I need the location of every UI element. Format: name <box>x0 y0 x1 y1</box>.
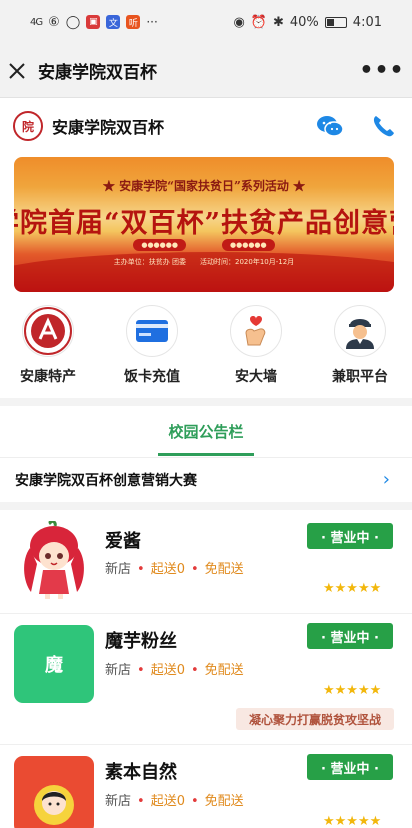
separator-dot: • <box>137 794 145 809</box>
quick-menu-item-part-time[interactable]: 兼职平台 <box>320 305 400 386</box>
shop-title: 素本自然 <box>105 762 177 783</box>
separator-dot: • <box>190 562 199 577</box>
rating-stars: ★★★★★ <box>323 683 382 698</box>
separator-dot: • <box>137 663 145 678</box>
tag-min-order: 起送0 <box>150 663 185 678</box>
banner-subtitle: ★ 安康学院“国家扶贫日”系列活动 ★ <box>102 179 306 193</box>
worker-icon <box>334 305 386 357</box>
shop-list-item[interactable]: 爱酱 新店 • 起送0 • 免配送 · 营业中 · ★★★★★ <box>0 511 412 614</box>
card-icon <box>126 305 178 357</box>
chat-icon: ◯ <box>65 14 81 30</box>
alarm-icon: ⏰ <box>250 14 267 30</box>
tag-new: 新店 <box>105 663 132 678</box>
shop-list-item[interactable]: 素本自然 新店 • 起送0 • 免配送 · 营业中 · ★★★★★ <box>0 746 412 828</box>
rating-stars: ★★★★★ <box>323 814 382 828</box>
separator-dot: • <box>190 663 199 678</box>
shop-title: 爱酱 <box>105 531 141 552</box>
school-logo-icon: 院 <box>13 111 43 141</box>
quick-menu-item-card-recharge[interactable]: 饭卡充值 <box>112 305 192 386</box>
tab-label: 校园公告栏 <box>158 408 254 456</box>
quick-menu-item-wall[interactable]: 安大墙 <box>216 305 296 386</box>
wechat-icon <box>317 116 344 137</box>
close-icon <box>9 62 25 79</box>
tab-campus-notice[interactable]: 校园公告栏 <box>0 408 412 456</box>
tag-delivery: 免配送 <box>204 663 244 678</box>
mascot-icon <box>24 521 84 599</box>
app-icon: 听 <box>126 15 141 29</box>
wechat-button[interactable] <box>315 111 345 141</box>
tag-delivery: 免配送 <box>204 562 244 577</box>
tag-min-order: 起送0 <box>150 794 185 809</box>
banner-pills: ●●●●●● ●●●●●● <box>14 239 394 251</box>
event-banner[interactable]: ★ 安康学院“国家扶贫日”系列活动 ★ 学院首届“双百杯”扶贫产品创意营销 ●●… <box>14 157 394 292</box>
banner-pill: ●●●●●● <box>222 239 275 251</box>
more-notifications-icon: ··· <box>146 15 158 29</box>
tag-new: 新店 <box>105 794 132 809</box>
quick-menu-label: 安大墙 <box>235 369 277 385</box>
separator-dot: • <box>137 562 145 577</box>
tag-min-order: 起送0 <box>150 562 185 577</box>
separator-dot: • <box>190 794 199 809</box>
more-menu-button[interactable]: ••• <box>352 44 412 98</box>
status-badge: · 营业中 · <box>307 623 393 649</box>
shop-header: 院 安康学院双百杯 <box>0 100 412 152</box>
rating-stars: ★★★★★ <box>323 581 382 596</box>
phone-button[interactable] <box>368 111 398 141</box>
battery-icon <box>324 16 347 28</box>
signal-icon: 4G <box>30 16 43 28</box>
shop-thumbnail <box>14 521 94 599</box>
quick-menu-label: 饭卡充值 <box>124 369 180 385</box>
section-divider <box>0 502 412 510</box>
app-icon: ▣ <box>86 15 101 29</box>
phone-icon <box>373 116 394 137</box>
shop-thumbnail <box>14 756 94 828</box>
sync-icon: ⑥ <box>48 14 60 30</box>
notice-text: 安康学院双百杯创意营销大赛 <box>15 472 197 489</box>
status-bar: 4G ⑥ ◯ ▣ 文 听 ··· ◉ ⏰ ✱ 40% 4:01 <box>0 0 412 44</box>
tag-new: 新店 <box>105 562 132 577</box>
battery-percent: 40% <box>289 14 319 30</box>
status-badge: · 营业中 · <box>307 523 393 549</box>
shop-title: 魔芋粉丝 <box>105 631 177 652</box>
status-badge: · 营业中 · <box>307 754 393 780</box>
school-logo-icon <box>22 305 74 357</box>
title-bar: 安康学院双百杯 ••• <box>0 44 412 98</box>
avatar-icon <box>34 785 74 825</box>
slogan-badge: 凝心聚力打赢脱贫攻坚战 <box>236 708 394 730</box>
heart-hand-icon <box>230 305 282 357</box>
banner-footer: 主办单位：扶贫办 团委 活动时间：2020年10月-12月 <box>113 258 295 266</box>
close-button[interactable] <box>0 44 34 98</box>
shop-thumbnail: 魔 <box>14 625 94 703</box>
eye-icon: ◉ <box>233 14 245 30</box>
shop-meta: 新店 • 起送0 • 免配送 <box>105 790 244 809</box>
chevron-right-icon: › <box>382 469 390 490</box>
quick-menu: 安康特产 饭卡充值 安大墙 兼职平台 <box>0 305 412 397</box>
shop-name: 安康学院双百杯 <box>52 118 165 137</box>
quick-menu-label: 安康特产 <box>20 369 76 385</box>
clock: 4:01 <box>352 14 382 30</box>
tag-delivery: 免配送 <box>204 794 244 809</box>
page-title: 安康学院双百杯 <box>38 63 157 83</box>
banner-headline: 学院首届“双百杯”扶贫产品创意营销 <box>14 208 394 239</box>
quick-menu-item-specialty[interactable]: 安康特产 <box>8 305 88 386</box>
banner-pill: ●●●●●● <box>133 239 186 251</box>
shop-meta: 新店 • 起送0 • 免配送 <box>105 659 244 678</box>
app-icon: 文 <box>106 15 121 29</box>
shop-meta: 新店 • 起送0 • 免配送 <box>105 558 244 577</box>
bluetooth-icon: ✱ <box>272 14 284 30</box>
quick-menu-label: 兼职平台 <box>332 369 388 385</box>
notice-item[interactable]: 安康学院双百杯创意营销大赛 › <box>0 457 412 501</box>
section-divider <box>0 398 412 406</box>
